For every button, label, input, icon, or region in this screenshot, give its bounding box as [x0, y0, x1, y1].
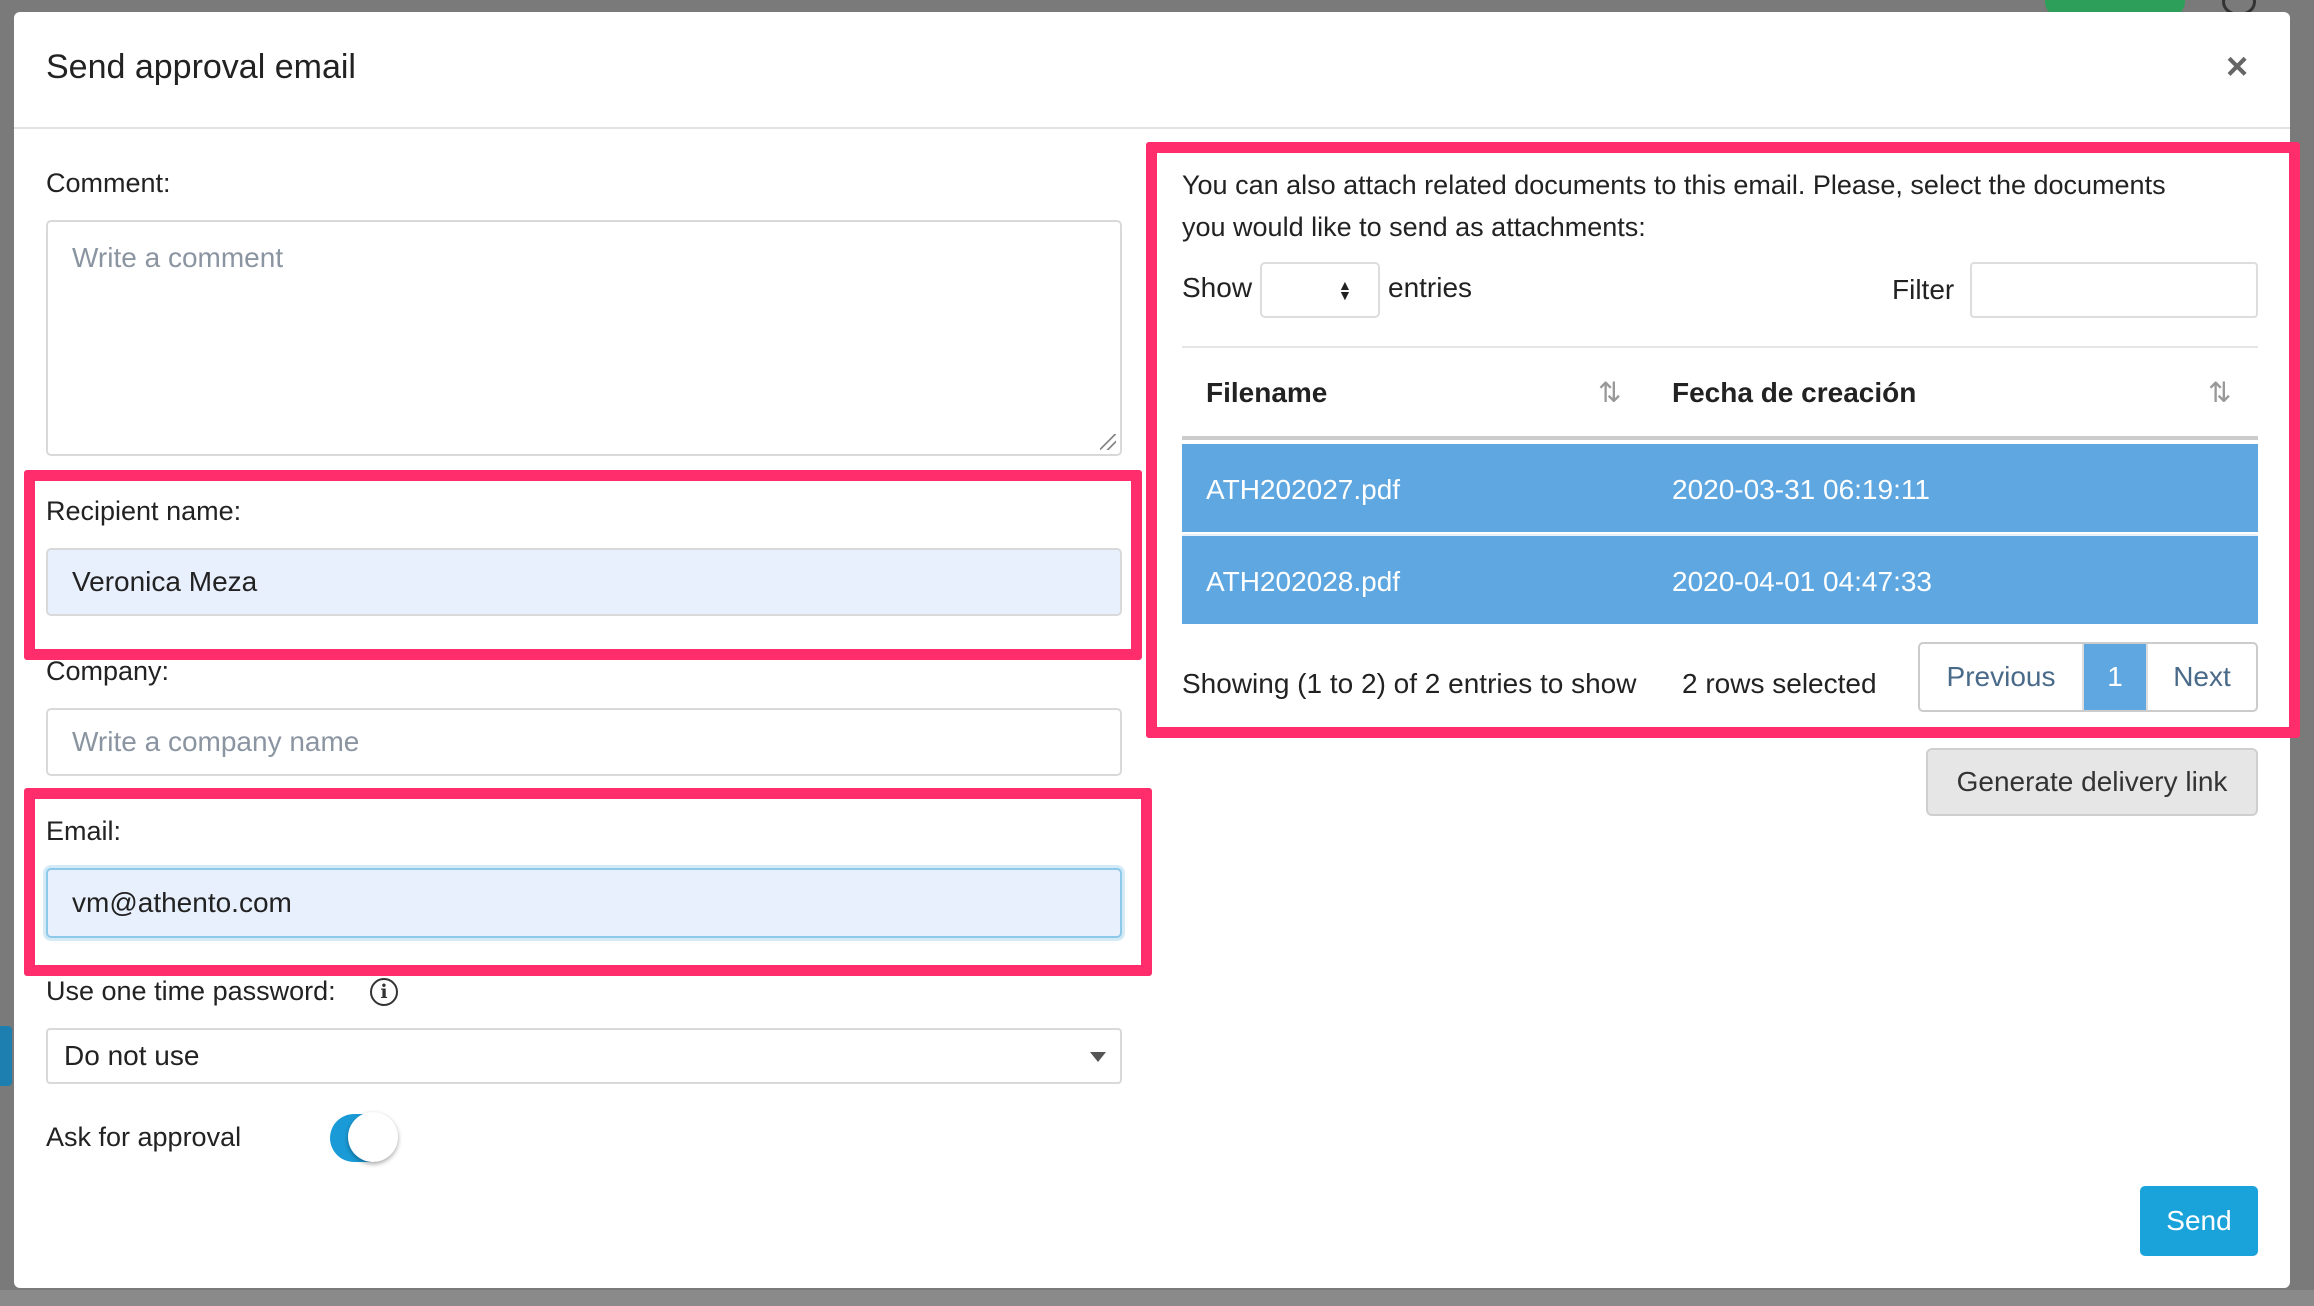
intro-line-1: You can also attach related documents to… [1182, 170, 2166, 200]
table-head-border [1182, 436, 2258, 440]
comment-textarea[interactable]: Write a comment [46, 220, 1122, 456]
chevron-down-icon [1090, 1052, 1106, 1062]
email-input[interactable]: vm@athento.com [46, 868, 1122, 938]
intro-line-2: you would like to send as attachments: [1182, 212, 1646, 242]
column-fecha-creacion[interactable]: Fecha de creación [1672, 377, 1916, 409]
previous-button[interactable]: Previous [1920, 644, 2084, 710]
next-button[interactable]: Next [2146, 644, 2256, 710]
table-top-border [1182, 346, 2258, 348]
company-input[interactable]: Write a company name [46, 708, 1122, 776]
toggle-knob[interactable] [348, 1112, 398, 1162]
filter-input[interactable] [1970, 262, 2258, 318]
updown-icon: ▲ ▼ [1338, 277, 1352, 303]
filter-label: Filter [1892, 274, 1955, 305]
info-icon[interactable]: i [370, 978, 398, 1006]
close-icon[interactable]: × [2226, 46, 2248, 89]
modal-title: Send approval email [46, 48, 356, 86]
otp-label: Use one time password: [46, 976, 336, 1006]
row-created: 2020-03-31 06:19:11 [1672, 474, 1930, 505]
recipient-name-input[interactable]: Veronica Meza [46, 548, 1122, 616]
header-divider [14, 127, 2290, 129]
otp-select[interactable]: Do not use [46, 1028, 1122, 1084]
pagination: Previous 1 Next [1918, 642, 2258, 712]
attachments-intro: You can also attach related documents to… [1182, 164, 2262, 248]
generate-delivery-link-button[interactable]: Generate delivery link [1926, 748, 2258, 816]
background-button [0, 1026, 12, 1086]
approval-label: Ask for approval [46, 1122, 242, 1152]
sort-icon[interactable]: ⇅ [2208, 376, 2231, 409]
table-info: Showing (1 to 2) of 2 entries to show [1182, 668, 1637, 699]
comment-label: Comment: [46, 168, 171, 198]
sort-icon[interactable]: ⇅ [1598, 376, 1621, 409]
column-filename[interactable]: Filename [1206, 377, 1327, 409]
row-created: 2020-04-01 04:47:33 [1672, 566, 1932, 597]
row-filename: ATH202028.pdf [1206, 566, 1401, 597]
show-label: Show [1182, 272, 1253, 303]
background-table-strip [0, 1290, 2314, 1306]
rows-selected: 2 rows selected [1682, 668, 1877, 699]
otp-select-value: Do not use [64, 1040, 200, 1071]
send-button[interactable]: Send [2140, 1186, 2258, 1256]
email-label: Email: [46, 816, 122, 846]
entries-label: entries [1388, 272, 1473, 303]
recipient-label: Recipient name: [46, 496, 242, 526]
company-label: Company: [46, 656, 170, 686]
entries-select[interactable]: ▲ ▼ [1260, 262, 1380, 318]
resize-grip-icon[interactable] [1100, 434, 1116, 450]
page-1-button[interactable]: 1 [2084, 644, 2146, 710]
row-filename: ATH202027.pdf [1206, 474, 1401, 505]
